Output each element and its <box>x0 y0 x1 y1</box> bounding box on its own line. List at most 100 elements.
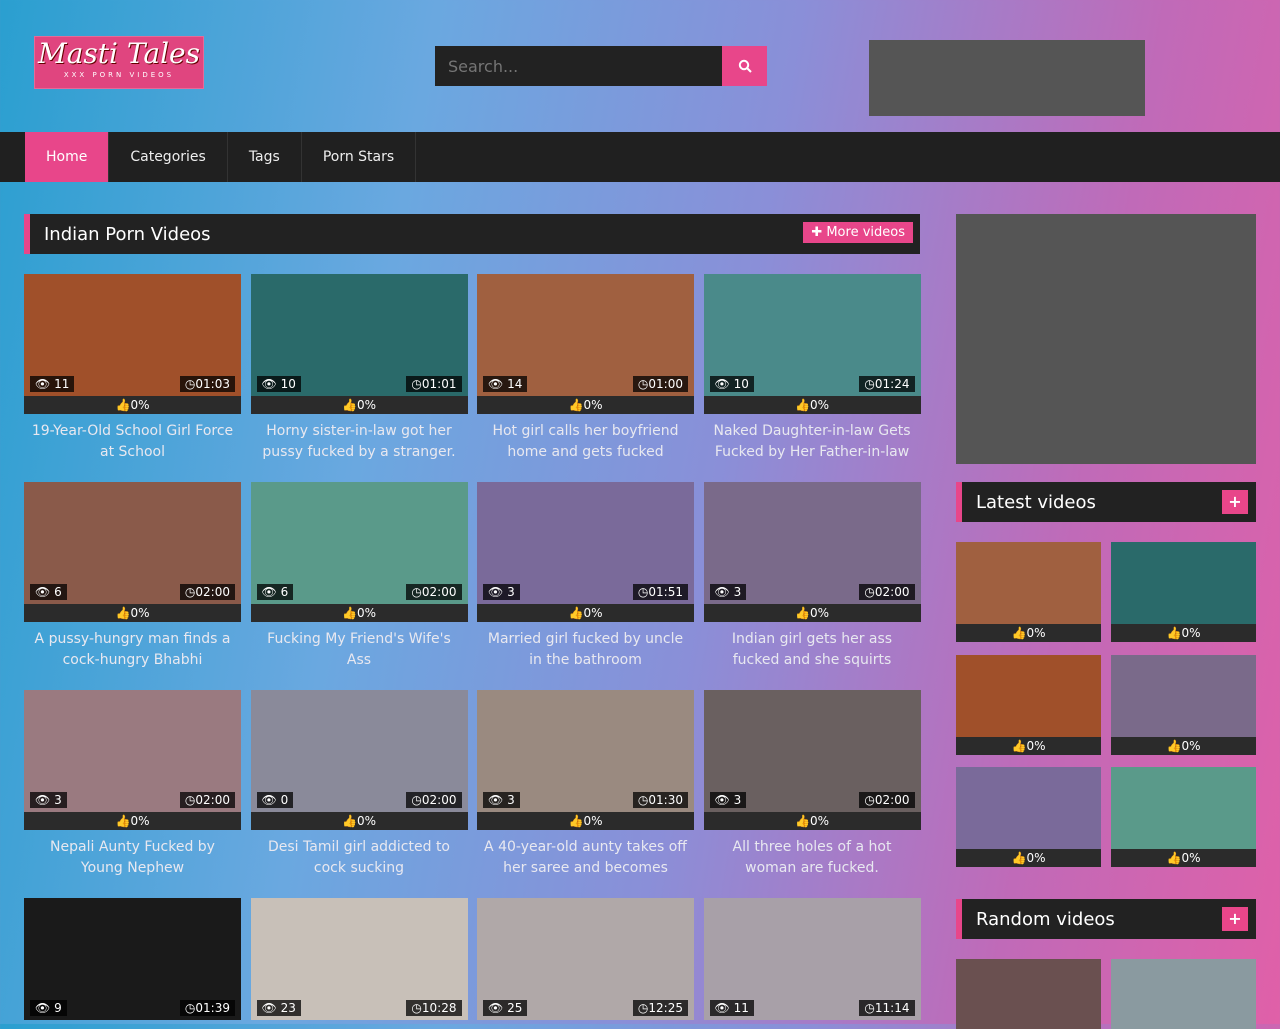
rating: 0% <box>583 606 603 620</box>
video-card[interactable]: 👁 3 ◷02:00 👍0% Indian girl gets her ass … <box>703 482 921 671</box>
duration: 02:00 <box>421 585 457 599</box>
rating: 0% <box>809 398 829 412</box>
video-thumbnail[interactable]: 👁 23 ◷10:28 <box>250 898 468 1020</box>
video-card[interactable]: 👁 14 ◷01:00 👍0% Hot girl calls her boyfr… <box>477 274 694 463</box>
video-card[interactable]: 👁 3 ◷02:00 👍0% All three holes of a hot … <box>703 690 921 879</box>
views-badge: 👁 3 <box>30 792 67 808</box>
more-videos-button[interactable]: ✚ More videos <box>803 222 913 243</box>
view-count: 23 <box>280 1001 296 1015</box>
thumbs-up-icon: 👍 <box>1011 738 1027 753</box>
duration: 01:00 <box>648 377 683 391</box>
eye-icon: 👁 <box>35 377 51 391</box>
video-thumbnail[interactable]: 👁 0 ◷02:00 <box>250 690 468 812</box>
video-card[interactable]: 👁 25 ◷12:25 <box>477 898 694 1020</box>
video-thumbnail[interactable]: 👁 3 ◷02:00 <box>703 482 921 604</box>
video-thumbnail[interactable]: 👁 25 ◷12:25 <box>477 898 694 1020</box>
video-title[interactable]: Fucking My Friend's Wife's Ass <box>251 629 468 671</box>
video-thumbnail[interactable] <box>956 767 1101 849</box>
video-title[interactable]: Nepali Aunty Fucked by Young Nephew <box>24 837 241 879</box>
video-card[interactable]: 👁 10 ◷01:24 👍0% Naked Daughter-in-law Ge… <box>703 274 921 463</box>
nav-item[interactable]: Porn Stars <box>302 132 417 182</box>
video-card[interactable]: 👁 11 ◷01:03 👍0% 19-Year-Old School Girl … <box>24 274 241 463</box>
video-thumbnail[interactable]: 👁 9 ◷01:39 <box>24 898 241 1020</box>
random-video-card[interactable] <box>956 959 1101 1029</box>
duration-badge: ◷12:25 <box>632 1000 688 1016</box>
latest-video-card[interactable]: 👍0% <box>956 654 1101 755</box>
video-card[interactable]: 👁 3 ◷02:00 👍0% Nepali Aunty Fucked by Yo… <box>24 690 241 879</box>
video-thumbnail[interactable] <box>956 542 1101 624</box>
video-title[interactable]: All three holes of a hot woman are fucke… <box>704 837 921 879</box>
video-title[interactable]: Desi Tamil girl addicted to cock sucking <box>251 837 468 879</box>
video-thumbnail[interactable]: 👁 6 ◷02:00 <box>24 482 241 604</box>
video-thumbnail[interactable] <box>1111 654 1256 737</box>
video-thumbnail[interactable]: 👁 3 ◷01:30 <box>477 690 694 812</box>
rating-bar: 👍0% <box>703 604 921 622</box>
video-thumbnail[interactable]: 👁 6 ◷02:00 <box>250 482 468 604</box>
video-card[interactable]: 👁 23 ◷10:28 <box>250 898 468 1020</box>
video-card[interactable]: 👁 6 ◷02:00 👍0% Fucking My Friend's Wife'… <box>250 482 468 671</box>
search-input[interactable] <box>435 46 722 86</box>
random-video-card[interactable] <box>1111 959 1256 1029</box>
rating: 0% <box>130 398 150 412</box>
video-title[interactable]: A pussy-hungry man finds a cock-hungry B… <box>24 629 241 671</box>
video-card[interactable]: 👁 10 ◷01:01 👍0% Horny sister-in-law got … <box>250 274 468 463</box>
video-thumbnail[interactable]: 👁 10 ◷01:24 <box>703 274 921 396</box>
video-card[interactable]: 👁 3 ◷01:30 👍0% A 40-year-old aunty takes… <box>477 690 694 879</box>
thumbs-up-icon: 👍 <box>115 606 131 620</box>
video-title[interactable]: A 40-year-old aunty takes off her saree … <box>477 837 694 879</box>
views-badge: 👁 11 <box>30 376 75 392</box>
video-title[interactable]: Horny sister-in-law got her pussy fucked… <box>251 421 468 463</box>
latest-video-card[interactable]: 👍0% <box>956 767 1101 867</box>
video-title[interactable]: Naked Daughter-in-law Gets Fucked by Her… <box>704 421 921 463</box>
view-count: 6 <box>280 585 289 599</box>
random-more-button[interactable]: + <box>1222 907 1248 931</box>
duration-badge: ◷02:00 <box>859 584 915 600</box>
video-card[interactable]: 👁 9 ◷01:39 <box>24 898 241 1020</box>
latest-video-card[interactable]: 👍0% <box>1111 542 1256 642</box>
rating-bar: 👍0% <box>1111 624 1256 642</box>
video-thumbnail[interactable] <box>956 959 1101 1029</box>
view-count: 3 <box>733 793 742 807</box>
main-nav: Home Categories Tags Porn Stars <box>0 132 1280 182</box>
video-thumbnail[interactable]: 👁 14 ◷01:00 <box>477 274 694 396</box>
video-card[interactable]: 👁 6 ◷02:00 👍0% A pussy-hungry man finds … <box>24 482 241 671</box>
video-thumbnail[interactable] <box>956 654 1101 737</box>
rating-bar: 👍0% <box>24 812 241 830</box>
video-card[interactable]: 👁 11 ◷11:14 <box>703 898 921 1020</box>
video-title[interactable]: Indian girl gets her ass fucked and she … <box>704 629 921 671</box>
latest-video-card[interactable]: 👍0% <box>1111 767 1256 867</box>
site-logo[interactable]: Masti Tales XXX PORN VIDEOS <box>34 36 204 89</box>
video-thumbnail[interactable]: 👁 11 ◷11:14 <box>703 898 921 1020</box>
duration: 02:00 <box>874 793 910 807</box>
nav-item[interactable]: Categories <box>109 132 228 182</box>
nav-item[interactable]: Home <box>25 132 110 182</box>
views-badge: 👁 9 <box>30 1000 67 1016</box>
nav-item[interactable]: Tags <box>228 132 302 182</box>
latest-more-button[interactable]: + <box>1222 490 1248 514</box>
video-thumbnail[interactable]: 👁 3 ◷02:00 <box>703 690 921 812</box>
duration: 01:24 <box>874 377 910 391</box>
search-button[interactable] <box>722 46 767 86</box>
latest-video-card[interactable]: 👍0% <box>956 542 1101 642</box>
rating: 0% <box>356 606 376 620</box>
duration: 02:00 <box>874 585 910 599</box>
video-thumbnail[interactable]: 👁 11 ◷01:03 <box>24 274 241 396</box>
video-thumbnail[interactable] <box>1111 767 1256 849</box>
views-badge: 👁 3 <box>483 584 520 600</box>
video-thumbnail[interactable] <box>1111 959 1256 1029</box>
eye-icon: 👁 <box>261 1001 277 1015</box>
video-thumbnail[interactable]: 👁 10 ◷01:01 <box>250 274 468 396</box>
video-card[interactable]: 👁 0 ◷02:00 👍0% Desi Tamil girl addicted … <box>250 690 468 879</box>
video-card[interactable]: 👁 3 ◷01:51 👍0% Married girl fucked by un… <box>477 482 694 671</box>
video-title[interactable]: 19-Year-Old School Girl Force at School <box>24 421 241 463</box>
rating: 0% <box>1181 626 1201 640</box>
video-thumbnail[interactable] <box>1111 542 1256 624</box>
video-thumbnail[interactable]: 👁 3 ◷02:00 <box>24 690 241 812</box>
video-title[interactable]: Hot girl calls her boyfriend home and ge… <box>477 421 694 463</box>
rating-bar: 👍0% <box>477 812 694 830</box>
eye-icon: 👁 <box>488 585 504 599</box>
video-title[interactable]: Married girl fucked by uncle in the bath… <box>477 629 694 671</box>
video-thumbnail[interactable]: 👁 3 ◷01:51 <box>477 482 694 604</box>
latest-video-card[interactable]: 👍0% <box>1111 654 1256 755</box>
more-videos-label: More videos <box>826 225 905 240</box>
